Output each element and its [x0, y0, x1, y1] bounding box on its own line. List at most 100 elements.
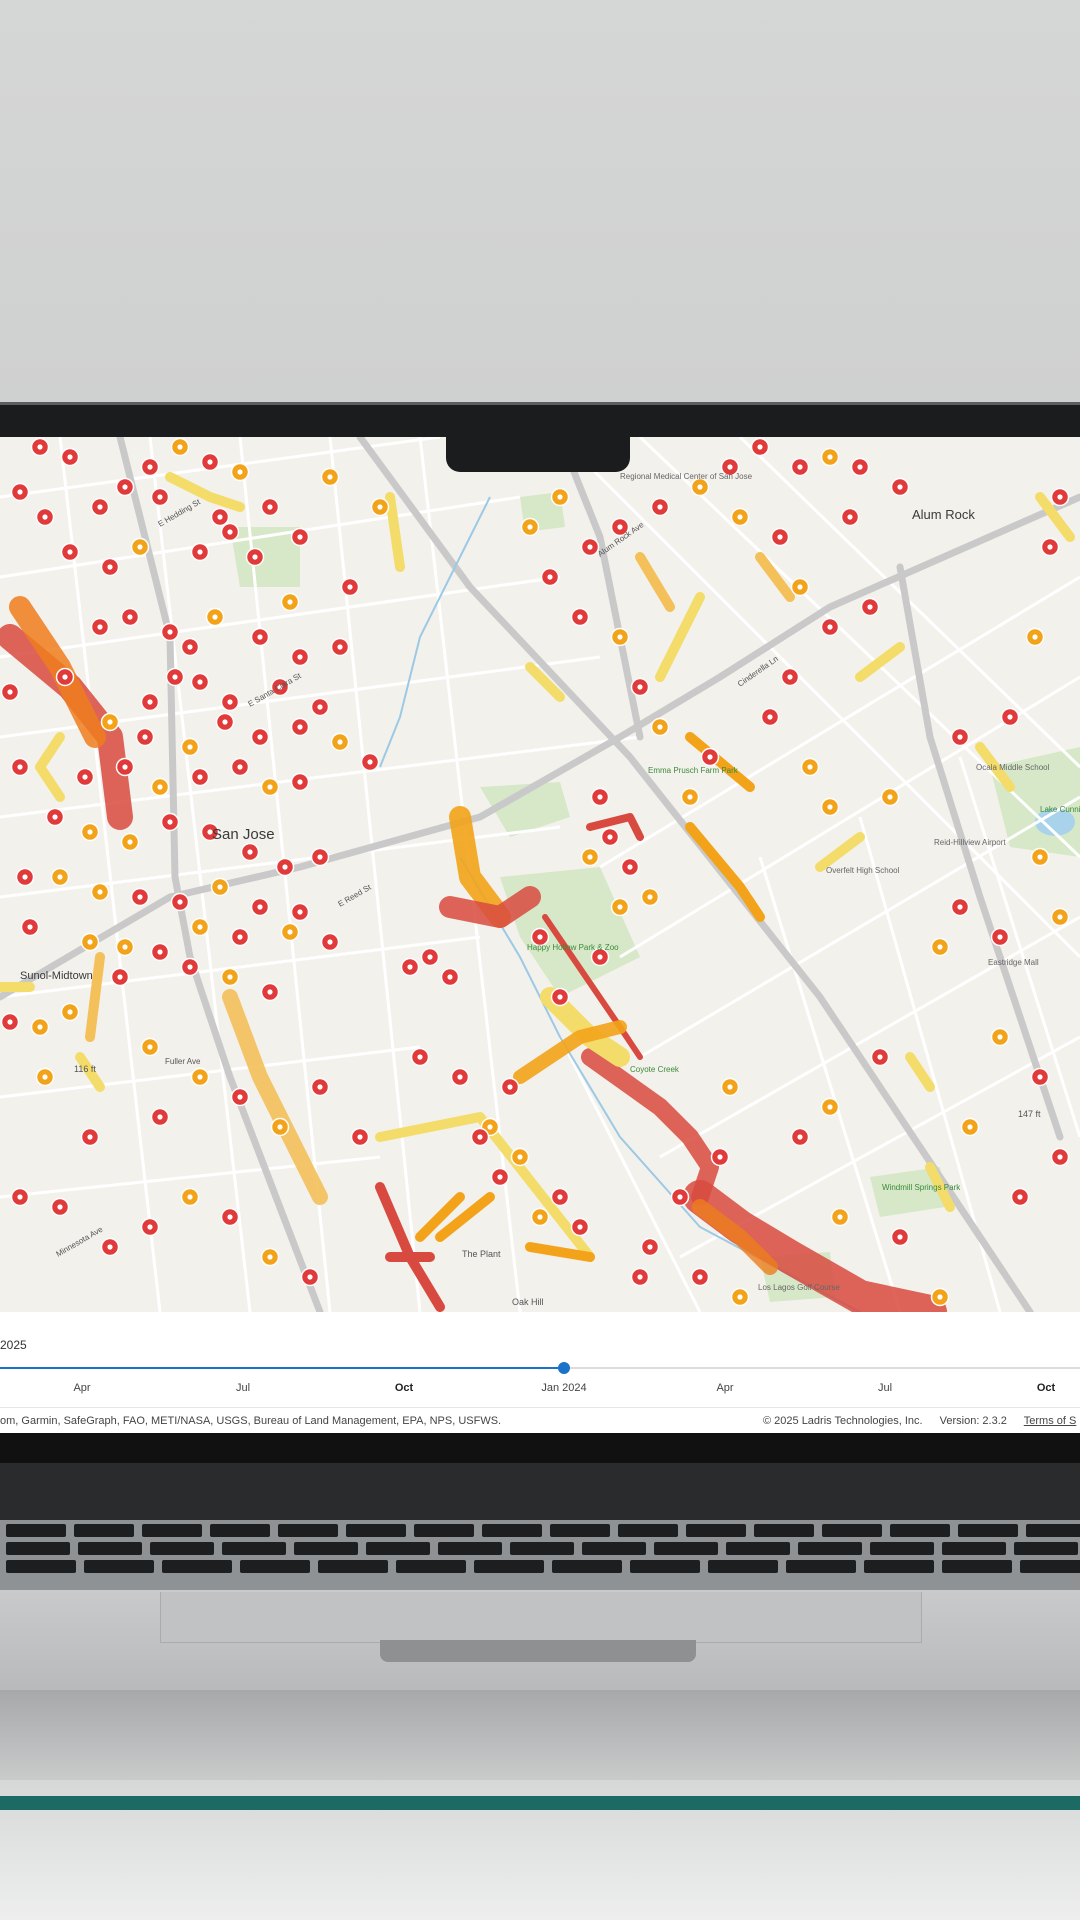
- label-alum-rock: Alum Rock: [912, 507, 975, 522]
- incident-marker-icon: [7, 1019, 13, 1025]
- label-the-plant: The Plant: [462, 1249, 501, 1259]
- label-oak-hill: Oak Hill: [512, 1297, 544, 1307]
- keyboard-key: [482, 1524, 542, 1537]
- keyboard-key: [864, 1560, 934, 1573]
- incident-marker-icon: [537, 934, 543, 940]
- label-regional-medical: Regional Medical Center of San Jose: [620, 472, 753, 481]
- incident-marker-icon: [197, 549, 203, 555]
- incident-marker-icon: [887, 794, 893, 800]
- timeline-slider[interactable]: 2025 Apr Jul Oct Jan 2024 Apr Jul Oct: [0, 1312, 1080, 1407]
- timeline-handle[interactable]: [558, 1362, 570, 1374]
- incident-marker-icon: [307, 1274, 313, 1280]
- incident-marker-icon: [797, 464, 803, 470]
- incident-marker-icon: [317, 854, 323, 860]
- incident-marker-icon: [257, 734, 263, 740]
- incident-marker-icon: [227, 529, 233, 535]
- keyboard-key: [162, 1560, 232, 1573]
- incident-marker-icon: [42, 514, 48, 520]
- incident-marker-icon: [327, 474, 333, 480]
- incident-marker-icon: [157, 784, 163, 790]
- incident-marker-icon: [847, 514, 853, 520]
- keyboard-key: [396, 1560, 466, 1573]
- label-san-jose: San Jose: [212, 826, 275, 843]
- incident-marker-icon: [647, 894, 653, 900]
- incident-marker-icon: [147, 1044, 153, 1050]
- incident-marker-icon: [477, 1134, 483, 1140]
- incident-marker-icon: [157, 1114, 163, 1120]
- keyboard-key: [474, 1560, 544, 1573]
- incident-marker-icon: [107, 564, 113, 570]
- incident-marker-icon: [187, 744, 193, 750]
- copyright-text: © 2025 Ladris Technologies, Inc.: [763, 1415, 923, 1427]
- timeline-year-label: 2025: [0, 1338, 27, 1352]
- keyboard-key: [630, 1560, 700, 1573]
- incident-marker-icon: [577, 1224, 583, 1230]
- incident-marker-icon: [407, 964, 413, 970]
- keyboard-key: [1014, 1542, 1078, 1555]
- incident-marker-icon: [697, 1274, 703, 1280]
- keyboard-key: [6, 1560, 76, 1573]
- timeline-tick-label: Jul: [877, 1382, 893, 1394]
- map-attribution: om, Garmin, SafeGraph, FAO, METI/NASA, U…: [0, 1407, 1080, 1433]
- map-view[interactable]: Alum Rock San Jose Sunol-Midtown Regiona…: [0, 437, 1080, 1312]
- timeline-tick-label: Oct: [1036, 1382, 1056, 1394]
- incident-marker-icon: [997, 934, 1003, 940]
- incident-marker-icon: [1057, 494, 1063, 500]
- incident-marker-icon: [237, 469, 243, 475]
- incident-marker-icon: [22, 874, 28, 880]
- incident-marker-icon: [537, 1214, 543, 1220]
- keyboard-key: [552, 1560, 622, 1573]
- keyboard-key: [240, 1560, 310, 1573]
- incident-marker-icon: [122, 764, 128, 770]
- label-windmill: Windmill Springs Park: [882, 1183, 961, 1192]
- incident-marker-icon: [337, 739, 343, 745]
- label-lake-cunningham: Lake Cunningham Park: [1040, 805, 1080, 814]
- keyboard-key: [942, 1560, 1012, 1573]
- incident-marker-icon: [227, 1214, 233, 1220]
- terms-link[interactable]: Terms of S: [1024, 1415, 1077, 1427]
- incident-marker-icon: [177, 444, 183, 450]
- incident-marker-icon: [797, 1134, 803, 1140]
- incident-marker-icon: [142, 734, 148, 740]
- incident-marker-icon: [317, 1084, 323, 1090]
- incident-marker-icon: [507, 1084, 513, 1090]
- keyboard-key: [686, 1524, 746, 1537]
- keyboard-key: [550, 1524, 610, 1537]
- incident-marker-icon: [167, 629, 173, 635]
- incident-marker-icon: [557, 994, 563, 1000]
- incident-marker-icon: [237, 934, 243, 940]
- incident-marker-icon: [157, 949, 163, 955]
- map-canvas[interactable]: Alum Rock San Jose Sunol-Midtown Regiona…: [0, 437, 1080, 1312]
- incident-marker-icon: [487, 1124, 493, 1130]
- incident-marker-icon: [197, 1074, 203, 1080]
- incident-marker-icon: [637, 1274, 643, 1280]
- label-116ft: 116 ft: [74, 1064, 96, 1074]
- incident-marker-icon: [617, 904, 623, 910]
- incident-marker-icon: [217, 884, 223, 890]
- incident-marker-icon: [867, 604, 873, 610]
- incident-marker-icon: [247, 849, 253, 855]
- incident-marker-icon: [257, 634, 263, 640]
- incident-marker-icon: [167, 819, 173, 825]
- incident-marker-icon: [212, 614, 218, 620]
- label-eastridge: Eastridge Mall: [988, 958, 1039, 967]
- incident-marker-icon: [677, 1194, 683, 1200]
- incident-marker-icon: [297, 654, 303, 660]
- incident-marker-icon: [237, 1094, 243, 1100]
- desk-edge-stripe: [0, 1796, 1080, 1810]
- incident-marker-icon: [1037, 1074, 1043, 1080]
- incident-marker-icon: [627, 864, 633, 870]
- incident-marker-icon: [827, 454, 833, 460]
- keyboard-key: [754, 1524, 814, 1537]
- incident-marker-icon: [1057, 1154, 1063, 1160]
- laptop-base-top: [0, 1463, 1080, 1520]
- incident-marker-icon: [57, 1204, 63, 1210]
- incident-marker-icon: [327, 939, 333, 945]
- incident-marker-icon: [67, 454, 73, 460]
- incident-marker-icon: [957, 904, 963, 910]
- incident-marker-icon: [62, 674, 68, 680]
- keyboard-key: [510, 1542, 574, 1555]
- incident-marker-icon: [197, 774, 203, 780]
- keyboard-key: [890, 1524, 950, 1537]
- keyboard-key: [84, 1560, 154, 1573]
